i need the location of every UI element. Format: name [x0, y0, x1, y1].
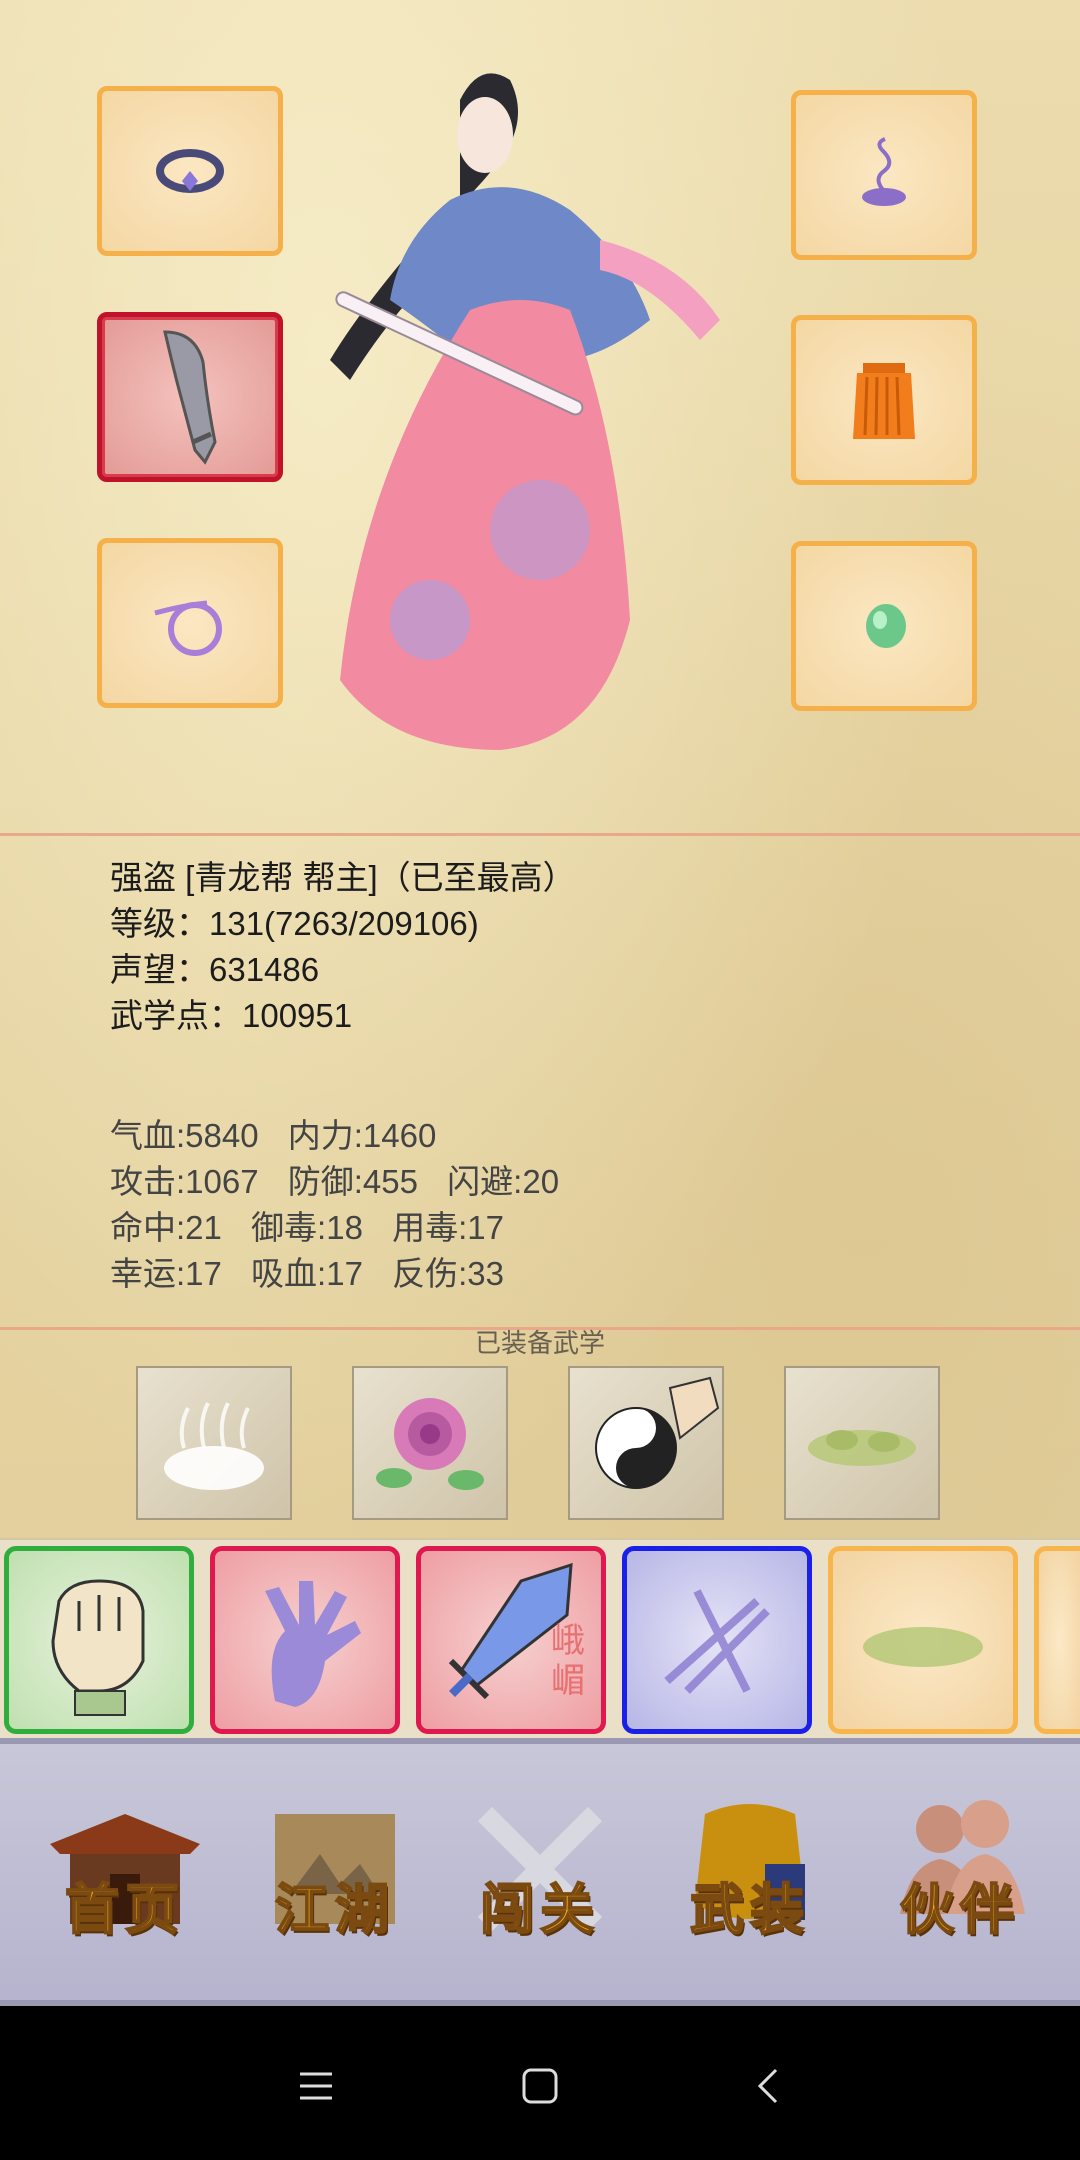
bottom-nav: 首页 江湖 闯关 武装 伙伴: [0, 1738, 1080, 2006]
incense-icon: [862, 137, 906, 206]
skill-card-emei-sword[interactable]: 峨嵋: [416, 1546, 606, 1734]
stat-reflect: 反伤:33: [392, 1255, 504, 1292]
nav-equipment-label: 武装: [689, 1876, 810, 1942]
nav-equipment[interactable]: 武装: [665, 1784, 835, 1954]
nav-challenge-label: 闯关: [479, 1876, 600, 1942]
stat-poison-resist: 御毒:18: [251, 1209, 363, 1246]
nav-partner-label: 伙伴: [899, 1876, 1020, 1942]
equip-slot-ring[interactable]: [97, 538, 283, 708]
level-line: 等级：131(7263/209106): [110, 905, 479, 942]
nav-home-label: 首页: [64, 1876, 185, 1942]
nav-challenge[interactable]: 闯关: [455, 1784, 625, 1954]
skill-card-palm[interactable]: [210, 1546, 400, 1734]
equipped-skills-title: 已装备武学: [474, 1328, 605, 1358]
claw-hand-icon: [265, 1581, 361, 1707]
square-icon: [522, 2068, 558, 2104]
nav-partner[interactable]: 伙伴: [875, 1784, 1045, 1954]
jade-bead-icon: [866, 604, 906, 648]
saber-icon: [163, 330, 217, 465]
recent-apps-button[interactable]: [286, 2056, 346, 2116]
back-chevron-icon: [757, 2068, 778, 2104]
stat-hit: 命中:21: [110, 1209, 222, 1246]
equipped-skill-mist[interactable]: [136, 1366, 292, 1520]
character-portrait: [330, 73, 720, 750]
stat-luck: 幸运:17: [110, 1255, 222, 1292]
emei-label: 峨嵋: [551, 1621, 585, 1701]
stats-row: 命中:21 御毒:18 用毒:17: [110, 1205, 559, 1251]
skill-card-herb[interactable]: [828, 1546, 1018, 1734]
skirt-armor-icon: [853, 363, 915, 439]
title-line: 强盗 [青龙帮 帮主]（已至最高）: [110, 859, 576, 896]
stats-row: 气血:5840 内力:1460: [110, 1113, 559, 1159]
skill-card-fist[interactable]: [4, 1546, 194, 1734]
equipped-skill-taiji[interactable]: [568, 1366, 724, 1520]
martial-points-line: 武学点：100951: [110, 997, 353, 1034]
herb-leaf-icon: [863, 1627, 983, 1667]
rose-icon: [376, 1398, 484, 1490]
system-nav-bar: [0, 2006, 1080, 2160]
stats-row: 幸运:17 吸血:17 反伤:33: [110, 1251, 559, 1297]
nav-jianghu-label: 江湖: [274, 1876, 395, 1942]
equip-slot-saber[interactable]: [97, 312, 283, 482]
skill-card-partial[interactable]: [1034, 1546, 1080, 1734]
ring-icon: [154, 600, 222, 656]
stat-lifesteal: 吸血:17: [251, 1255, 363, 1292]
equip-slot-bracelet[interactable]: [97, 86, 283, 256]
stats-panel: 气血:5840 内力:1460 攻击:1067 防御:455 闪避:20 命中:…: [110, 1113, 559, 1297]
bracelet-icon: [156, 149, 224, 193]
crossed-staff-icon: [664, 1589, 770, 1694]
stat-defense: 防御:455: [287, 1163, 418, 1200]
herb-leaf-icon: [808, 1430, 916, 1466]
equipped-skill-herb[interactable]: [784, 1366, 940, 1520]
back-button[interactable]: [738, 2056, 798, 2116]
stat-dodge: 闪避:20: [447, 1163, 560, 1200]
stat-hp: 气血:5840: [110, 1117, 259, 1154]
equipped-skill-rose[interactable]: [352, 1366, 508, 1520]
taiji-fist-icon: [595, 1376, 720, 1489]
menu-icon: [300, 2072, 332, 2100]
stats-row: 攻击:1067 防御:455 闪避:20: [110, 1159, 559, 1205]
divider-top: [0, 833, 1080, 836]
home-button[interactable]: [510, 2056, 570, 2116]
fist-icon: [51, 1579, 145, 1716]
character-info: 强盗 [青龙帮 帮主]（已至最高） 等级：131(7263/209106) 声望…: [110, 855, 576, 1039]
mist-cloud-icon: [164, 1402, 264, 1490]
stat-mp: 内力:1460: [287, 1117, 437, 1154]
stat-poison-use: 用毒:17: [392, 1209, 504, 1246]
nav-home[interactable]: 首页: [40, 1784, 210, 1954]
nav-jianghu[interactable]: 江湖: [250, 1784, 420, 1954]
reputation-line: 声望：631486: [110, 951, 320, 988]
skill-card-staff[interactable]: [622, 1546, 812, 1734]
stat-attack: 攻击:1067: [110, 1163, 259, 1200]
